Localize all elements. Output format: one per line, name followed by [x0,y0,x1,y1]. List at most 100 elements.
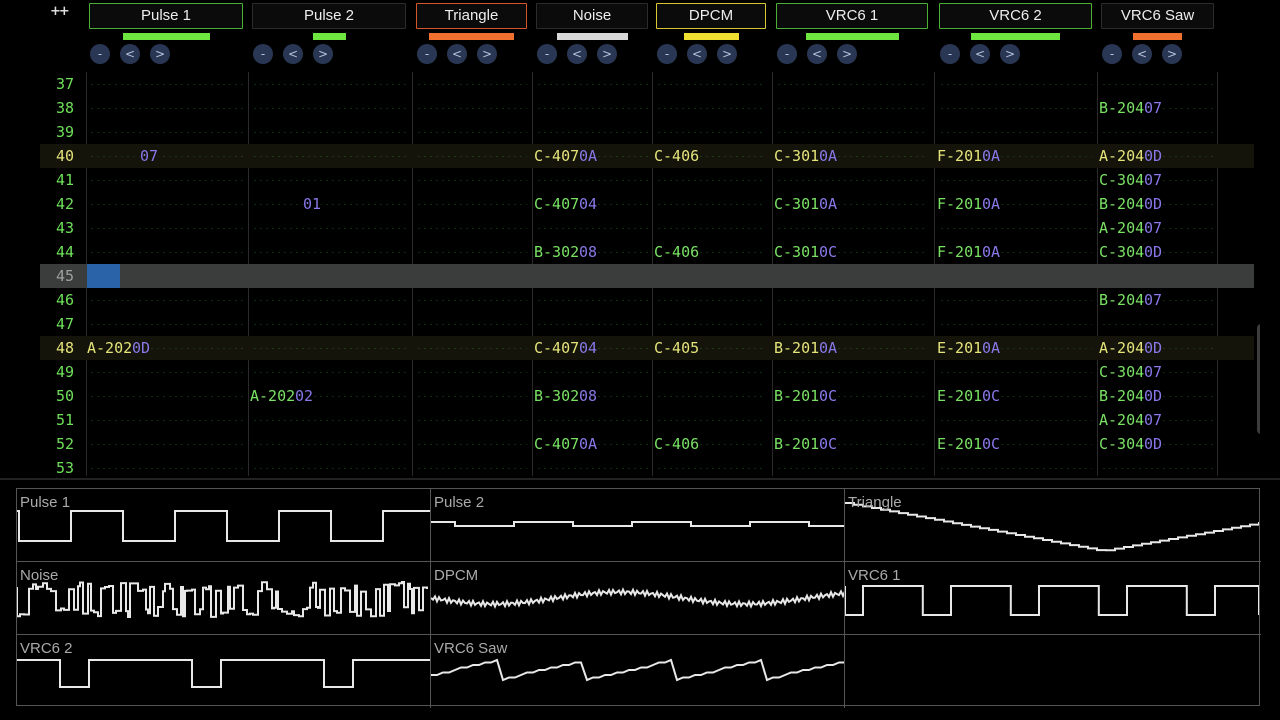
note-cell[interactable]: C-304 [1099,432,1145,456]
instrument-cell[interactable]: 0C [819,240,838,264]
note-cell[interactable]: C-407 [534,432,580,456]
note-cell[interactable]: C-304 [1099,360,1145,384]
note-cell[interactable]: C-301 [774,240,820,264]
instrument-cell[interactable]: 0A [982,192,1001,216]
next-instrument-button[interactable]: > [597,44,617,64]
instrument-cell[interactable]: 0D [1144,144,1163,168]
channel-name-pulse-1[interactable]: Pulse 1 [89,3,243,29]
mute-button[interactable]: - [777,44,797,64]
instrument-cell[interactable]: 0C [819,384,838,408]
note-cell[interactable]: F-201 [937,144,983,168]
note-cell[interactable]: F-201 [937,240,983,264]
instrument-cell[interactable]: 0D [1144,336,1163,360]
prev-instrument-button[interactable]: < [970,44,990,64]
channel-name-vrc6-1[interactable]: VRC6 1 [776,3,928,29]
instrument-cell[interactable]: 04 [579,192,598,216]
prev-instrument-button[interactable]: < [807,44,827,64]
note-cell[interactable]: B-204 [1099,384,1145,408]
instrument-cell[interactable]: 0A [982,336,1001,360]
note-cell[interactable]: B-302 [534,384,580,408]
channel-name-triangle[interactable]: Triangle [416,3,527,29]
note-cell[interactable]: E-201 [937,384,983,408]
instrument-cell[interactable]: 07 [140,144,159,168]
next-instrument-button[interactable]: > [150,44,170,64]
instrument-cell[interactable]: 01 [303,192,322,216]
note-cell[interactable]: B-204 [1099,288,1145,312]
instrument-cell[interactable]: 0A [819,192,838,216]
note-cell[interactable]: C-406 [654,432,700,456]
note-cell[interactable]: F-201 [937,192,983,216]
instrument-cell[interactable]: 07 [1144,288,1163,312]
instrument-cell[interactable]: 08 [579,240,598,264]
note-cell[interactable]: A-202 [250,384,296,408]
prev-instrument-button[interactable]: < [567,44,587,64]
instrument-cell[interactable]: 0D [1144,192,1163,216]
channel-name-vrc6-2[interactable]: VRC6 2 [939,3,1092,29]
note-cell[interactable]: C-406 [654,240,700,264]
prev-instrument-button[interactable]: < [1132,44,1152,64]
note-cell[interactable]: B-302 [534,240,580,264]
note-cell[interactable]: B-201 [774,384,820,408]
instrument-cell[interactable]: 0D [132,336,151,360]
next-instrument-button[interactable]: > [1000,44,1020,64]
note-cell[interactable]: B-204 [1099,96,1145,120]
note-cell[interactable]: C-406 [654,144,700,168]
prev-instrument-button[interactable]: < [283,44,303,64]
instrument-cell[interactable]: 07 [1144,216,1163,240]
pattern-editor[interactable]: 37 38 B-204 07 39 40 07 C-407 0A C-406 C-301 0A F-20… [0,72,1260,476]
mute-button[interactable]: - [657,44,677,64]
note-cell[interactable]: C-304 [1099,240,1145,264]
expand-columns-button[interactable]: ++ [50,4,70,19]
note-cell[interactable]: A-204 [1099,408,1145,432]
instrument-cell[interactable]: 08 [579,384,598,408]
note-cell[interactable]: A-202 [87,336,133,360]
instrument-cell[interactable]: 07 [1144,96,1163,120]
mute-button[interactable]: - [90,44,110,64]
instrument-cell[interactable]: 0A [982,144,1001,168]
vertical-scrollbar[interactable] [1257,324,1260,434]
instrument-cell[interactable]: 07 [1144,408,1163,432]
next-instrument-button[interactable]: > [837,44,857,64]
channel-name-vrc6-saw[interactable]: VRC6 Saw [1101,3,1214,29]
instrument-cell[interactable]: 0D [1144,432,1163,456]
note-cell[interactable]: C-405 [654,336,700,360]
instrument-cell[interactable]: 0A [982,240,1001,264]
note-cell[interactable]: C-407 [534,336,580,360]
mute-button[interactable]: - [940,44,960,64]
mute-button[interactable]: - [537,44,557,64]
next-instrument-button[interactable]: > [717,44,737,64]
note-cell[interactable]: A-204 [1099,216,1145,240]
instrument-cell[interactable]: 0D [1144,384,1163,408]
instrument-cell[interactable]: 0C [982,384,1001,408]
note-cell[interactable]: C-301 [774,144,820,168]
mute-button[interactable]: - [417,44,437,64]
channel-name-pulse-2[interactable]: Pulse 2 [252,3,406,29]
instrument-cell[interactable]: 0A [819,336,838,360]
note-cell[interactable]: C-407 [534,144,580,168]
next-instrument-button[interactable]: > [313,44,333,64]
instrument-cell[interactable]: 04 [579,336,598,360]
note-cell[interactable]: C-407 [534,192,580,216]
prev-instrument-button[interactable]: < [120,44,140,64]
instrument-cell[interactable]: 0D [1144,240,1163,264]
channel-name-noise[interactable]: Noise [536,3,648,29]
note-cell[interactable]: C-304 [1099,168,1145,192]
instrument-cell[interactable]: 07 [1144,168,1163,192]
note-cell[interactable]: A-204 [1099,336,1145,360]
instrument-cell[interactable]: 0A [579,432,598,456]
note-cell[interactable]: B-201 [774,336,820,360]
instrument-cell[interactable]: 0C [819,432,838,456]
note-cell[interactable]: B-201 [774,432,820,456]
note-cell[interactable]: B-204 [1099,192,1145,216]
channel-name-dpcm[interactable]: DPCM [656,3,766,29]
instrument-cell[interactable]: 02 [295,384,314,408]
edit-cursor[interactable] [87,264,120,288]
instrument-cell[interactable]: 07 [1144,360,1163,384]
instrument-cell[interactable]: 0A [579,144,598,168]
note-cell[interactable]: A-204 [1099,144,1145,168]
mute-button[interactable]: - [1102,44,1122,64]
next-instrument-button[interactable]: > [477,44,497,64]
note-cell[interactable]: E-201 [937,336,983,360]
prev-instrument-button[interactable]: < [447,44,467,64]
instrument-cell[interactable]: 0C [982,432,1001,456]
